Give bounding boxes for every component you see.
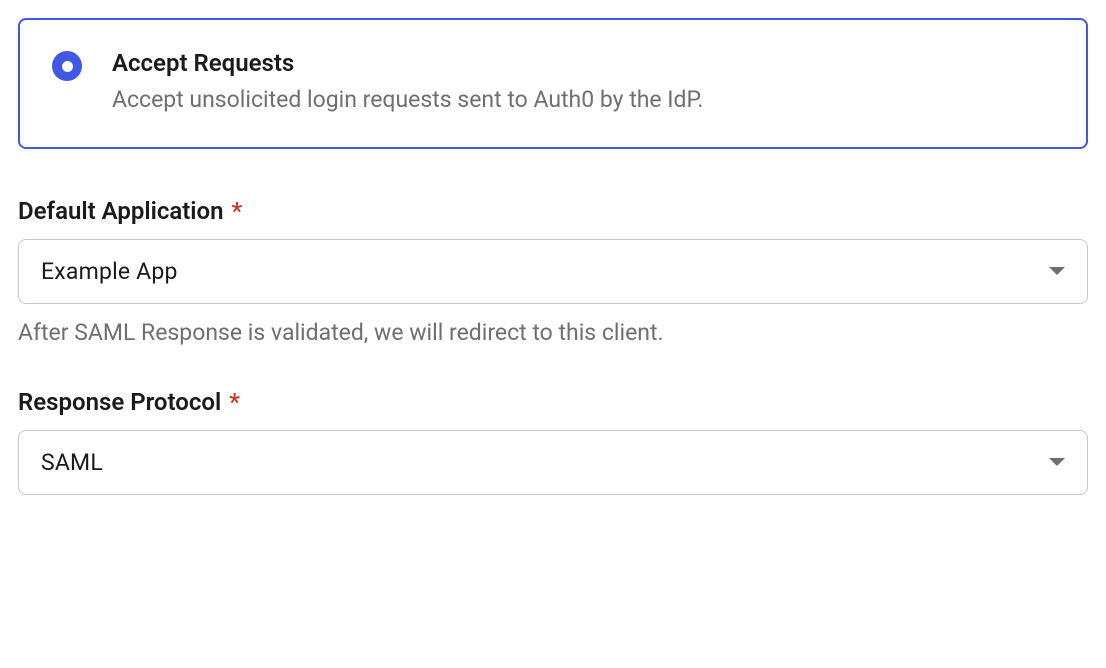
radio-title: Accept Requests (112, 49, 703, 77)
radio-button-selected[interactable] (52, 51, 82, 81)
response-protocol-select[interactable]: SAML (18, 430, 1088, 495)
label-text: Default Application (18, 197, 224, 225)
select-value: SAML (41, 449, 103, 476)
radio-description: Accept unsolicited login requests sent t… (112, 85, 703, 115)
default-application-select[interactable]: Example App (18, 239, 1088, 304)
chevron-down-icon (1049, 267, 1065, 275)
label-text: Response Protocol (18, 388, 221, 416)
required-indicator: * (231, 197, 242, 225)
response-protocol-label: Response Protocol * (18, 388, 1088, 416)
response-protocol-field: Response Protocol * SAML (18, 388, 1088, 495)
default-application-helper: After SAML Response is validated, we wil… (18, 318, 1088, 348)
accept-requests-card[interactable]: Accept Requests Accept unsolicited login… (18, 18, 1088, 149)
radio-content: Accept Requests Accept unsolicited login… (112, 49, 703, 115)
default-application-field: Default Application * Example App After … (18, 197, 1088, 348)
required-indicator: * (229, 388, 240, 416)
chevron-down-icon (1049, 458, 1065, 466)
select-value: Example App (41, 258, 178, 285)
default-application-label: Default Application * (18, 197, 1088, 225)
radio-inner-dot (62, 61, 73, 72)
